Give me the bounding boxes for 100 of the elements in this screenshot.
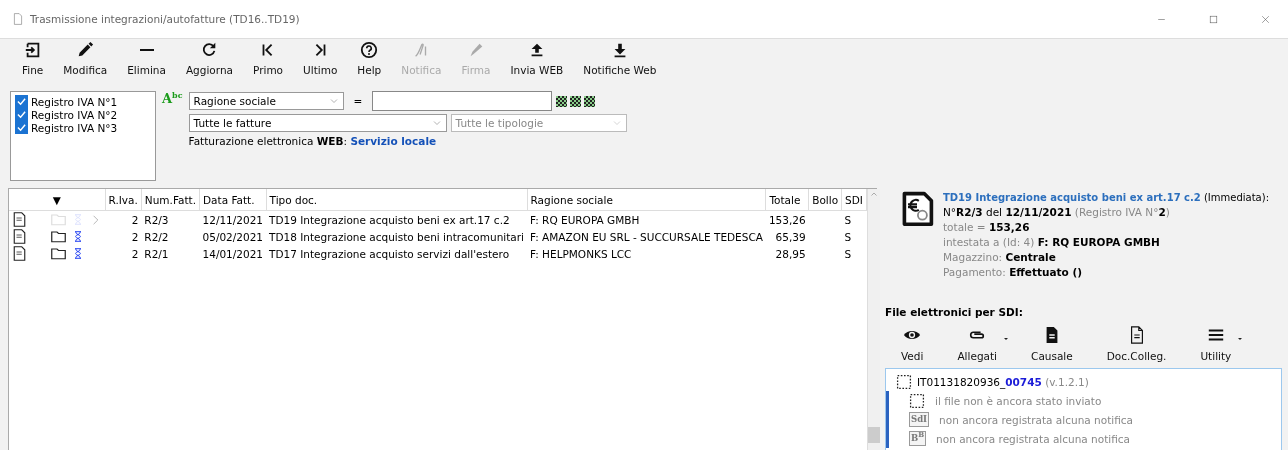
status-badge: SdI	[909, 412, 930, 427]
operator-label: =	[352, 95, 364, 107]
column-header[interactable]: SDI	[841, 189, 867, 211]
document-type: (Immediata):	[1203, 192, 1269, 203]
table-cell: R2/3	[144, 213, 169, 226]
table-cell: R2/2	[144, 230, 169, 243]
service-link[interactable]: Servizio locale	[350, 135, 437, 147]
table-cell: 05/02/2021	[202, 230, 264, 243]
checkbox-label: Registro IVA N°1	[31, 95, 118, 108]
checkbox-label: Registro IVA N°2	[31, 108, 118, 121]
scrollbar[interactable]	[866, 189, 880, 450]
folder-icon	[51, 212, 66, 227]
folder-icon	[51, 229, 66, 244]
column-header[interactable]: Ragione sociale	[527, 189, 766, 211]
search-field[interactable]	[372, 91, 553, 111]
chevron-icon	[328, 96, 339, 106]
pencil-icon	[76, 41, 95, 59]
file-name[interactable]: IT01131820936_00745 (v.1.2.1)	[917, 375, 1089, 388]
dropdown-caret-icon	[1237, 336, 1244, 342]
table-cell: S	[844, 230, 852, 243]
toolbar-button[interactable]: Invia WEB	[500, 41, 574, 87]
table-cell: F: AMAZON EU SRL - SUCCURSALE TEDESCA	[530, 230, 763, 243]
chevron-icon	[431, 118, 442, 128]
detail-label: Pagamento:	[943, 266, 1006, 278]
exit-icon	[23, 41, 42, 59]
section-heading: File elettronici per SDI:	[885, 306, 1024, 318]
toolbar-button[interactable]: Notifiche Web	[573, 41, 667, 87]
column-header[interactable]: R.Iva.	[105, 189, 142, 211]
detail-value: Effettuato ()	[1009, 266, 1083, 278]
help-icon	[360, 41, 379, 59]
close-icon	[1259, 13, 1271, 25]
document-title[interactable]: TD19 Integrazione acquisto beni ex art.17 c.2	[943, 192, 1201, 203]
column-header[interactable]: Totale	[765, 189, 809, 211]
column-header[interactable]: ▼	[9, 189, 105, 211]
table-cell: 14/01/2021	[202, 247, 264, 260]
column-header[interactable]: Tipo doc.	[266, 189, 527, 211]
table-cell: 2	[131, 213, 139, 226]
table-cell: 65,39	[775, 230, 806, 243]
dropdown-caret-icon	[1003, 336, 1010, 342]
sdi-button[interactable]: Causale	[1023, 326, 1081, 362]
table-cell: 28,95	[775, 247, 806, 260]
toolbar-button[interactable]: Fine	[12, 41, 54, 87]
checkbox[interactable]	[15, 121, 28, 134]
detail-label: intestata a (Id: 4)	[943, 236, 1035, 248]
toolbar-button[interactable]: Elimina	[117, 41, 176, 87]
sdi-button[interactable]: Allegati	[949, 326, 1006, 362]
status-text: non ancora registrata alcuna notifica	[936, 432, 1131, 445]
invoice-dropdown[interactable]: Tutte le fatture	[188, 114, 447, 132]
detail-label: totale =	[943, 221, 986, 233]
field-dropdown[interactable]: Ragione sociale	[188, 92, 344, 110]
table-cell: 153,26	[768, 213, 806, 226]
invoice-icon	[12, 246, 27, 261]
toolbar-button[interactable]: Modifica	[53, 41, 118, 87]
column-header[interactable]: Data Fatt.	[199, 189, 267, 211]
sdi-button[interactable]: Vedi	[893, 326, 932, 362]
document-icon	[12, 13, 24, 25]
status-badge: B$^{B}$	[909, 431, 927, 446]
detail-label: Magazzino:	[943, 251, 1003, 263]
table-cell: S	[844, 213, 852, 226]
hourglass-icon	[72, 229, 84, 244]
column-header[interactable]: Bollo	[808, 189, 842, 211]
minus-icon	[139, 49, 154, 51]
dotted-square-icon	[909, 392, 925, 409]
detail-label: N°R2/3 del 12/11/2021	[943, 206, 1072, 218]
scrollbar-thumb[interactable]	[867, 427, 880, 443]
table-cell: S	[844, 247, 852, 260]
hourglass-icon	[72, 212, 84, 227]
sdi-button[interactable]: Doc.Colleg.	[1098, 326, 1175, 362]
detail-value: F: RQ EUROPA GMBH	[1037, 236, 1160, 248]
text-filter-label: A$^{bc}$	[162, 91, 183, 107]
detail-value: 153,26	[988, 221, 1030, 233]
table-cell: TD17 Integrazione acquisto servizi dall'estero	[269, 247, 510, 260]
hourglass-icon	[72, 246, 84, 261]
table-cell: TD18 Integrazione acquisto beni intracomunitari	[269, 230, 524, 243]
checkbox-label: Registro IVA N°3	[31, 121, 118, 134]
detail-note: (Registro IVA N°2)	[1074, 206, 1170, 218]
view-mode-icon[interactable]	[556, 95, 596, 107]
dotted-square-icon	[896, 373, 912, 390]
table-cell: F: RQ EUROPA GMBH	[530, 213, 640, 226]
checkbox[interactable]	[15, 95, 28, 108]
table-cell: R2/1	[144, 247, 169, 260]
toolbar-button[interactable]: Primo	[243, 41, 294, 87]
table-cell: 2	[131, 230, 139, 243]
status-text: non ancora registrata alcuna notifica	[939, 413, 1133, 426]
table-cell: 2	[131, 247, 139, 260]
column-header[interactable]: Num.Fatt.	[141, 189, 200, 211]
detail-value: Centrale	[1005, 251, 1056, 263]
maximize-icon	[1207, 13, 1219, 25]
table-cell: F: HELPMONKS LCC	[530, 247, 632, 260]
toolbar-button[interactable]: Help	[347, 41, 392, 87]
toolbar-button[interactable]: Ultimo	[293, 41, 348, 87]
window-title: Trasmissione integrazioni/autofatture (TD16..TD19)	[30, 13, 300, 25]
status-text: il file non è ancora stato inviato	[935, 394, 1102, 407]
folder-icon	[51, 246, 66, 261]
service-text: Fatturazione elettronica WEB: Servizio locale	[188, 135, 437, 147]
sdi-button[interactable]: Utility	[1192, 326, 1240, 362]
toolbar-button[interactable]: Aggiorna	[175, 41, 243, 87]
table-cell: 12/11/2021	[202, 213, 264, 226]
type-dropdown[interactable]: Tutte le tipologie	[450, 114, 627, 132]
table-cell: TD19 Integrazione acquisto beni ex art.17 c.2	[269, 213, 510, 226]
